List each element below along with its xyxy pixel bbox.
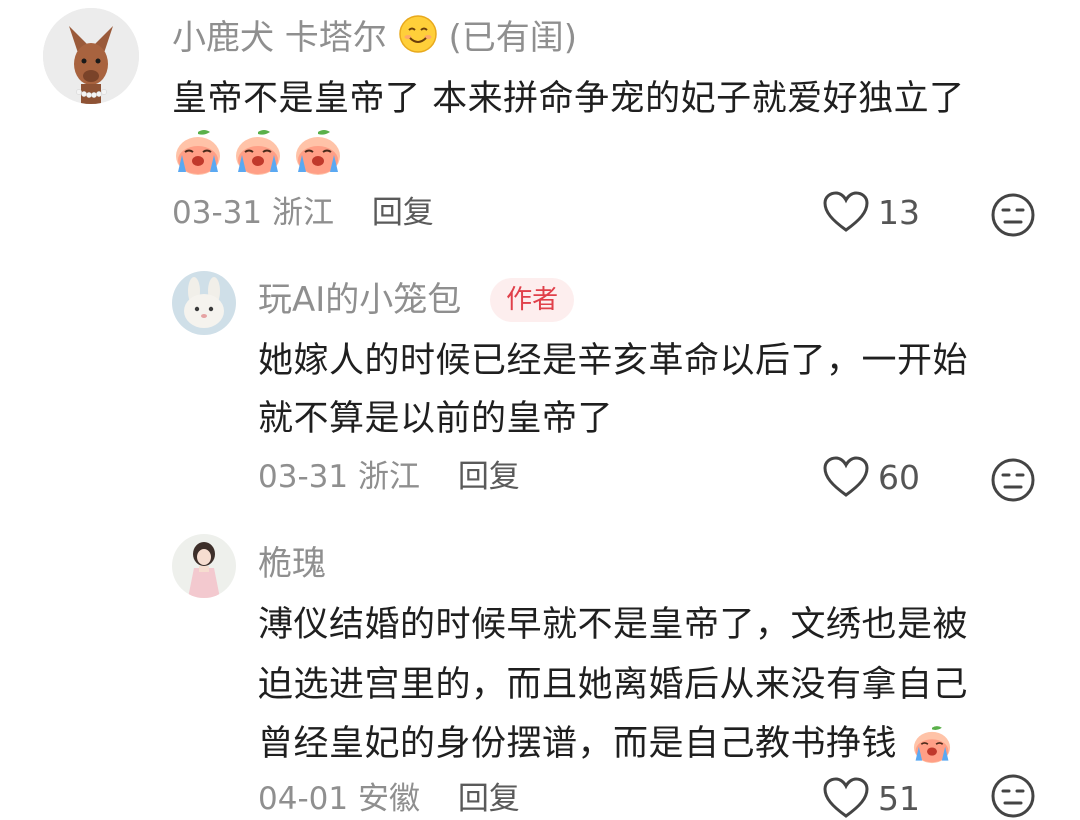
comment-date: 04-01 — [258, 781, 349, 817]
username[interactable]: 小鹿犬 卡塔尔 (已有闺) — [172, 14, 577, 65]
reply-button[interactable]: 回复 — [372, 195, 434, 231]
avatar[interactable] — [172, 534, 236, 598]
comment-text-line: 就不算是以前的皇帝了 — [258, 399, 614, 439]
comment-date: 03-31 — [258, 459, 349, 495]
comment-location: 浙江 — [357, 459, 420, 495]
avatar[interactable] — [172, 271, 236, 335]
like-button[interactable]: 60 — [822, 455, 920, 499]
reply-button[interactable]: 回复 — [458, 781, 520, 817]
crying-peach-emoji-icon — [236, 130, 280, 175]
comment-text-line: 曾经皇妃的身份摆谱，而是自己教书挣钱 — [258, 719, 955, 769]
username-text: 小鹿犬 卡塔尔 — [172, 18, 387, 58]
reply-button[interactable]: 回复 — [458, 459, 520, 495]
dislike-face-icon[interactable] — [990, 192, 1036, 238]
comment-meta: 03-31 浙江 回复 — [172, 193, 434, 233]
comment-location: 安徽 — [357, 781, 420, 817]
like-count: 51 — [878, 778, 920, 818]
comment-date: 03-31 — [172, 195, 263, 231]
girl-avatar-icon — [172, 534, 236, 598]
like-count: 13 — [878, 192, 920, 232]
comment-text-line: 迫选进宫里的，而且她离婚后从来没有拿自己 — [258, 665, 969, 705]
like-count: 60 — [878, 457, 920, 497]
status-text: (已有闺) — [448, 18, 577, 58]
bunny-avatar-icon — [172, 271, 236, 335]
dislike-face-icon[interactable] — [990, 457, 1036, 503]
heart-icon — [823, 456, 869, 497]
comment-text-line: 她嫁人的时候已经是辛亥革命以后了，一开始 — [258, 341, 969, 381]
heart-icon — [823, 777, 869, 818]
comment-text-line: 溥仪结婚的时候早就不是皇帝了，文绣也是被 — [258, 605, 969, 645]
comment-meta: 03-31 浙江 回复 — [258, 457, 520, 497]
comment-location: 浙江 — [271, 195, 334, 231]
like-button[interactable]: 13 — [822, 190, 920, 234]
dog-avatar-icon — [43, 8, 139, 104]
dislike-face-icon[interactable] — [990, 773, 1036, 819]
like-button[interactable]: 51 — [822, 776, 920, 820]
comment-text: 曾经皇妃的身份摆谱，而是自己教书挣钱 — [258, 724, 898, 764]
emoji-row — [170, 128, 346, 178]
heart-icon — [823, 191, 869, 232]
username[interactable]: 桅瑰 — [258, 542, 326, 586]
crying-peach-emoji-icon — [913, 726, 950, 764]
comment-text-line: 皇帝不是皇帝了 本来拼命争宠的妃子就爱好独立了 — [172, 79, 965, 119]
crying-peach-emoji-icon — [296, 130, 340, 175]
crying-peach-emoji-icon — [176, 130, 220, 175]
smile-emoji-icon — [398, 14, 438, 65]
username-text: 桅瑰 — [258, 544, 326, 584]
author-tag: 作者 — [490, 278, 575, 322]
comment-meta: 04-01 安徽 回复 — [258, 779, 520, 819]
username[interactable]: 玩AI的小笼包 作者 — [258, 278, 575, 322]
username-text: 玩AI的小笼包 — [258, 280, 462, 320]
avatar[interactable] — [43, 8, 139, 104]
